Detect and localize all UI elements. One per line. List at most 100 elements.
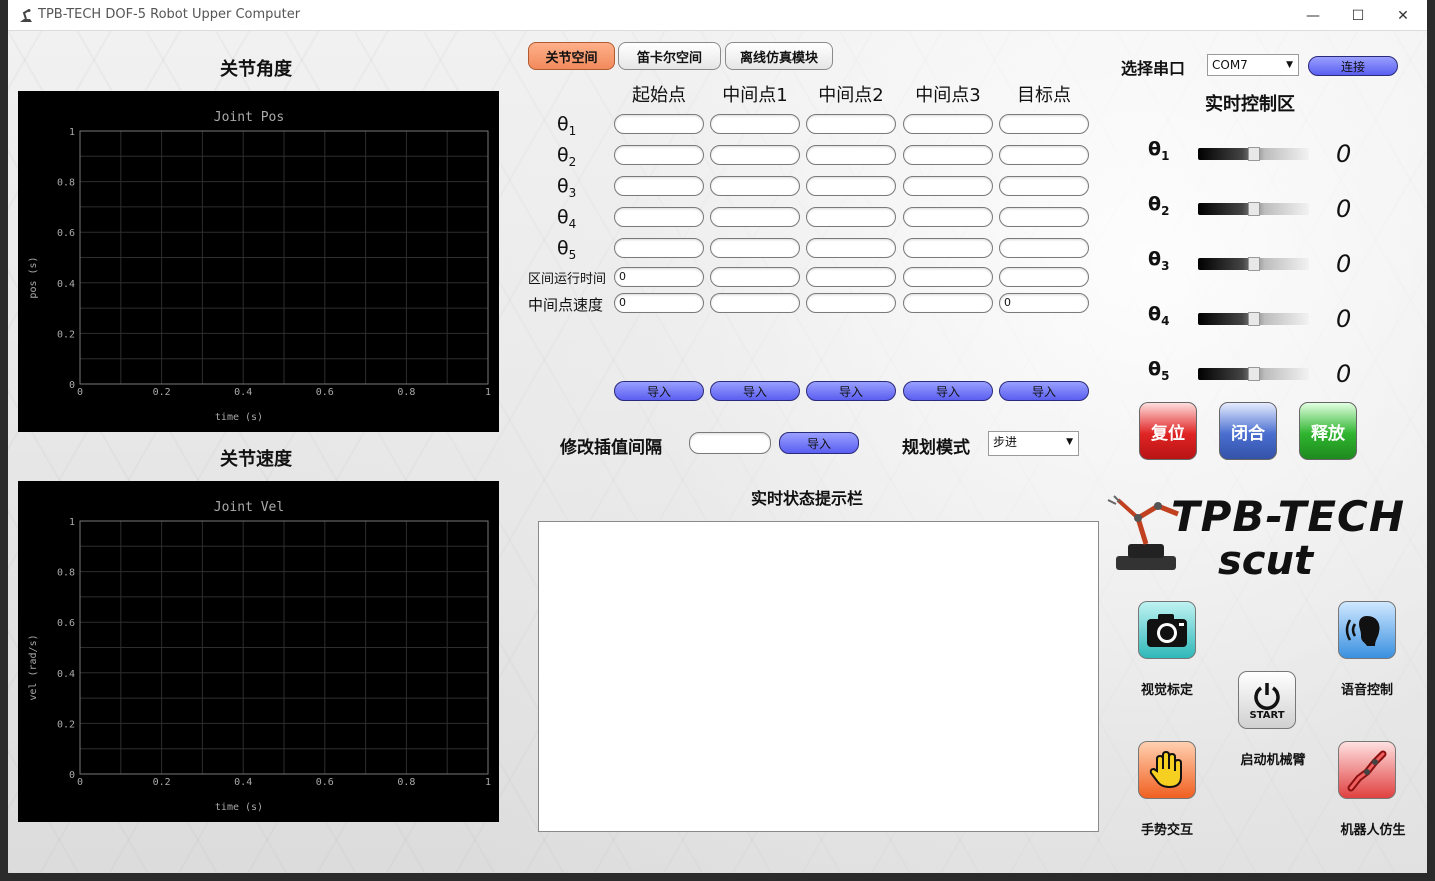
gesture-interaction-label: 手势交互: [1140, 823, 1193, 838]
y-axis-label: vel (rad/s): [28, 634, 39, 700]
vision-calibration-button[interactable]: [1138, 601, 1196, 659]
theta5-mid1-input[interactable]: [710, 238, 800, 258]
theta4-slider-thumb[interactable]: [1247, 312, 1260, 326]
col-header-target: 目标点: [1017, 85, 1071, 106]
x-tick-label: 1: [485, 387, 491, 398]
theta3-mid1-input[interactable]: [710, 176, 800, 196]
power-icon: [1254, 682, 1280, 710]
import-button-target[interactable]: 导入: [999, 381, 1089, 401]
interval-time-start-input[interactable]: 0: [614, 267, 704, 287]
y-tick-label: 0.2: [57, 719, 75, 730]
robot-bionic-button[interactable]: [1338, 741, 1396, 799]
import-button-mid1[interactable]: 导入: [710, 381, 800, 401]
theta3-start-input[interactable]: [614, 176, 704, 196]
theta3-mid2-input[interactable]: [806, 176, 896, 196]
close-button[interactable]: ✕: [1381, 0, 1425, 31]
joint-vel-chart: 0 0.2 0.4 0.6 0.8 1 0 0.2 0.4 0.6 0.8 1 Joint Vel tim…: [28, 500, 491, 813]
row-label-theta4: θ4: [557, 206, 577, 231]
x-tick-label: 0.8: [397, 777, 415, 788]
minimize-button[interactable]: —: [1291, 0, 1335, 31]
status-textbox[interactable]: [538, 521, 1099, 832]
import-button-mid3[interactable]: 导入: [903, 381, 993, 401]
interval-time-mid2-input[interactable]: [806, 267, 896, 287]
plot-title: Joint Pos: [214, 110, 284, 125]
row-label-theta3: θ3: [557, 175, 577, 200]
x-tick-label: 0.2: [153, 777, 171, 788]
tab-cartesian-space[interactable]: 笛卡尔空间: [618, 42, 721, 70]
reset-button[interactable]: 复位: [1139, 402, 1197, 460]
theta2-target-input[interactable]: [999, 145, 1089, 165]
gesture-interaction-button[interactable]: [1138, 741, 1196, 799]
interp-input[interactable]: [689, 432, 771, 454]
theta5-mid2-input[interactable]: [806, 238, 896, 258]
interval-time-mid3-input[interactable]: [903, 267, 993, 287]
theta4-value: 0: [1336, 305, 1352, 333]
theta2-mid2-input[interactable]: [806, 145, 896, 165]
robot-bionic-label: 机器人仿生: [1340, 823, 1406, 838]
robot-arm-icon: [1347, 750, 1387, 792]
maximize-button[interactable]: ☐: [1336, 0, 1380, 31]
serial-port-select[interactable]: COM7 ▼: [1207, 54, 1299, 76]
theta4-mid1-input[interactable]: [710, 207, 800, 227]
import-button-start[interactable]: 导入: [614, 381, 704, 401]
col-header-start: 起始点: [632, 85, 686, 106]
mode-select[interactable]: 步进 ▼: [988, 431, 1079, 456]
interval-time-target-input[interactable]: [999, 267, 1089, 287]
y-tick-label: 1: [69, 127, 75, 138]
joint-pos-plot: 0 0.2 0.4 0.6 0.8 1 0 0.2 0.4 0.6 0.8 1 Joint Pos tim…: [18, 91, 499, 432]
tab-offline-sim[interactable]: 离线仿真模块: [725, 42, 833, 70]
x-axis-label: time (s): [215, 412, 263, 423]
theta4-start-input[interactable]: [614, 207, 704, 227]
midpoint-speed-start-input[interactable]: 0: [614, 293, 704, 313]
interp-import-button[interactable]: 导入: [779, 432, 859, 454]
theta5-start-input[interactable]: [614, 238, 704, 258]
theta5-target-input[interactable]: [999, 238, 1089, 258]
theta1-mid2-input[interactable]: [806, 114, 896, 134]
theta2-start-input[interactable]: [614, 145, 704, 165]
theta1-start-input[interactable]: [614, 114, 704, 134]
x-tick-label: 0: [77, 777, 83, 788]
theta2-mid1-input[interactable]: [710, 145, 800, 165]
interp-label: 修改插值间隔: [560, 438, 662, 458]
theta1-target-input[interactable]: [999, 114, 1089, 134]
x-tick-label: 0.4: [234, 777, 252, 788]
voice-control-button[interactable]: [1338, 601, 1396, 659]
vision-calibration-label: 视觉标定: [1140, 683, 1193, 698]
y-tick-label: 0.6: [57, 228, 75, 239]
start-robot-button[interactable]: START: [1238, 671, 1296, 729]
theta3-target-input[interactable]: [999, 176, 1089, 196]
theta4-mid2-input[interactable]: [806, 207, 896, 227]
theta3-mid3-input[interactable]: [903, 176, 993, 196]
y-tick-label: 0.4: [57, 279, 75, 290]
import-button-mid2[interactable]: 导入: [806, 381, 896, 401]
gripper-release-button[interactable]: 释放: [1299, 402, 1357, 460]
theta1-mid3-input[interactable]: [903, 114, 993, 134]
theta5-mid3-input[interactable]: [903, 238, 993, 258]
midpoint-speed-target-input[interactable]: 0: [999, 293, 1089, 313]
x-tick-label: 0: [77, 387, 83, 398]
theta3-slider-thumb[interactable]: [1247, 257, 1260, 271]
joint-vel-plot: 0 0.2 0.4 0.6 0.8 1 0 0.2 0.4 0.6 0.8 1 Joint Vel tim…: [18, 481, 499, 822]
serial-port-value: COM7: [1212, 58, 1248, 72]
midpoint-speed-mid2-input[interactable]: [806, 293, 896, 313]
tab-joint-space[interactable]: 关节空间: [528, 42, 615, 70]
theta1-mid1-input[interactable]: [710, 114, 800, 134]
theta2-slider-thumb[interactable]: [1247, 202, 1260, 216]
mode-label: 规划模式: [902, 438, 970, 458]
theta4-mid3-input[interactable]: [903, 207, 993, 227]
realtime-heading: 实时控制区: [1205, 94, 1295, 115]
interval-time-mid1-input[interactable]: [710, 267, 800, 287]
theta1-slider-thumb[interactable]: [1247, 147, 1260, 161]
hand-icon: [1149, 750, 1182, 789]
connect-button[interactable]: 连接: [1308, 56, 1398, 76]
theta5-slider-thumb[interactable]: [1247, 367, 1260, 381]
theta4-target-input[interactable]: [999, 207, 1089, 227]
angle-heading: 关节角度: [220, 59, 292, 80]
logo-text-line1: TPB-TECH: [1171, 492, 1406, 541]
gripper-close-button[interactable]: 闭合: [1219, 402, 1277, 460]
theta2-mid3-input[interactable]: [903, 145, 993, 165]
midpoint-speed-mid3-input[interactable]: [903, 293, 993, 313]
x-axis-label: time (s): [215, 802, 263, 813]
theta2-value: 0: [1336, 195, 1352, 223]
midpoint-speed-mid1-input[interactable]: [710, 293, 800, 313]
